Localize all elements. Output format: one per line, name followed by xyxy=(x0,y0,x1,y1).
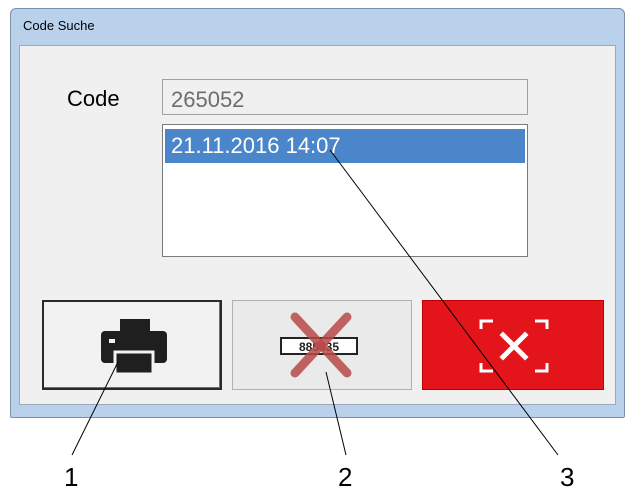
printer-icon xyxy=(101,319,167,376)
delete-code-icon: 885435 xyxy=(280,312,358,378)
code-label: Code xyxy=(67,86,120,111)
callout-1: 1 xyxy=(64,462,79,492)
delete-code-button[interactable]: 885435 xyxy=(232,300,412,390)
list-item[interactable]: 21.11.2016 14:07 xyxy=(165,129,525,163)
callout-2: 2 xyxy=(338,462,353,492)
result-listbox[interactable]: 21.11.2016 14:07 xyxy=(162,124,528,257)
print-button[interactable] xyxy=(42,300,222,390)
window-title: Code Suche xyxy=(23,18,95,33)
code-input[interactable] xyxy=(162,79,528,115)
close-button[interactable] xyxy=(422,300,604,390)
callout-3: 3 xyxy=(560,462,575,492)
close-x-icon xyxy=(479,319,549,373)
